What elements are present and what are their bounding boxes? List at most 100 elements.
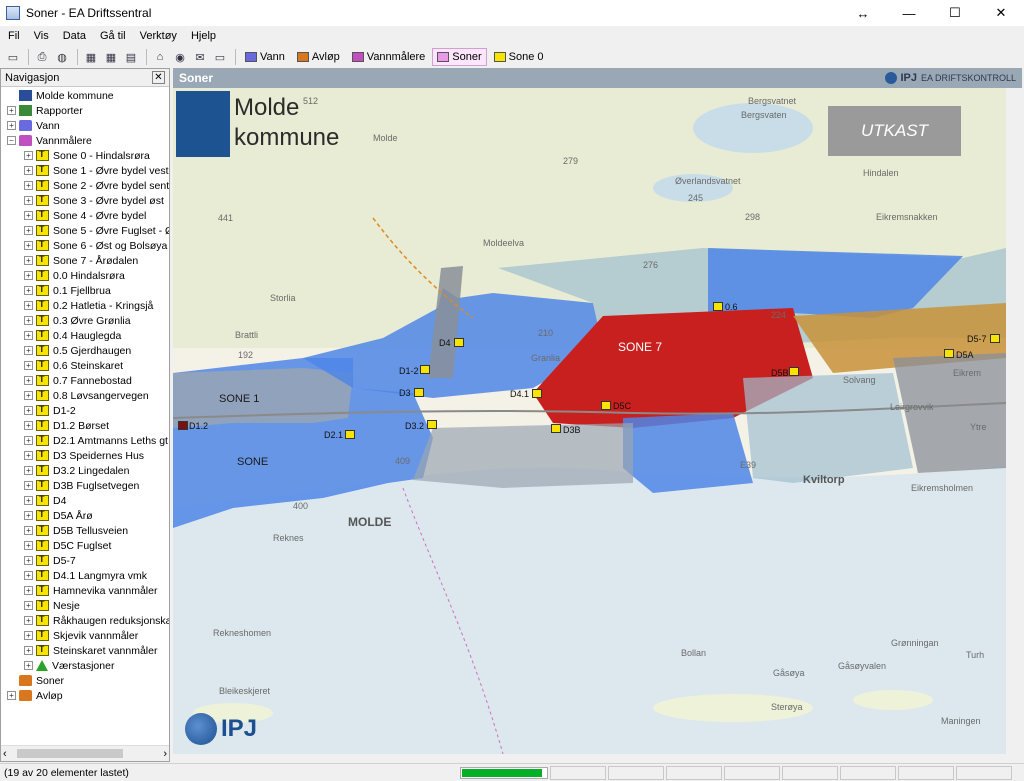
expander-icon[interactable]: + (24, 301, 33, 310)
map-view[interactable]: Molde kommune UTKAST SONE 7 SONE 1 SONE … (173, 88, 1006, 754)
expander-icon[interactable]: + (24, 526, 33, 535)
zone-kviltorp-teal[interactable] (743, 373, 913, 483)
expander-icon[interactable]: + (24, 646, 33, 655)
expander-icon[interactable]: + (24, 346, 33, 355)
tree-item[interactable]: + Sone 2 - Øvre bydel sentru (1, 178, 169, 193)
scroll-left-icon[interactable]: ‹ (3, 748, 7, 760)
tree-item[interactable]: +0.7 Fannebostad (1, 373, 169, 388)
expander-icon[interactable]: + (24, 661, 33, 670)
scroll-right-icon[interactable]: › (163, 748, 167, 760)
grid-alt-icon[interactable]: ▦ (102, 48, 120, 66)
pin-d12[interactable] (178, 421, 188, 430)
expander-icon[interactable]: + (24, 286, 33, 295)
tree-item[interactable]: +0.2 Hatletia - Kringsjå (1, 298, 169, 313)
expander-icon[interactable]: + (24, 616, 33, 625)
expander-icon[interactable]: + (24, 151, 33, 160)
tree-item[interactable]: + D4 (1, 493, 169, 508)
zone-fuglset-blue[interactable] (623, 413, 753, 493)
layer-toggle-avlop[interactable]: Avløp (292, 48, 345, 66)
tree-item[interactable]: + Sone 7 - Årødalen (1, 253, 169, 268)
expander-icon[interactable]: + (24, 466, 33, 475)
pin-d3b[interactable] (551, 424, 561, 433)
table-icon[interactable]: ▤ (122, 48, 140, 66)
tree-item[interactable]: + Sone 3 - Øvre bydel øst (1, 193, 169, 208)
expander-icon[interactable]: + (24, 496, 33, 505)
tree-item[interactable]: + D4.1 Langmyra vmk (1, 568, 169, 583)
pin-06[interactable] (713, 302, 723, 311)
expander-icon[interactable]: + (24, 196, 33, 205)
tree-item[interactable]: Molde kommune (1, 88, 169, 103)
tree-item[interactable]: + D3B Fuglsetvegen (1, 478, 169, 493)
menu-help[interactable]: Hjelp (191, 30, 216, 42)
expander-icon[interactable]: + (7, 106, 16, 115)
zone-center-grey[interactable] (413, 423, 633, 488)
tree-item[interactable]: + Rapporter (1, 103, 169, 118)
tree-item[interactable]: + Sone 4 - Øvre bydel (1, 208, 169, 223)
building-icon[interactable]: ⌂ (151, 48, 169, 66)
pin-d41[interactable] (532, 389, 542, 398)
close-button[interactable]: ✕ (978, 0, 1024, 26)
monitor-icon[interactable]: ▭ (211, 48, 229, 66)
print-icon[interactable]: ⎙ (33, 48, 51, 66)
layer-toggle-sone0[interactable]: Sone 0 (489, 48, 549, 66)
layer-toggle-vannmalere[interactable]: Vannmålere (347, 48, 431, 66)
grid-icon[interactable]: ▦ (82, 48, 100, 66)
pin-d21[interactable] (345, 430, 355, 439)
map-canvas[interactable] (173, 88, 1006, 754)
tree-item[interactable]: + Steinskaret vannmåler (1, 643, 169, 658)
expander-icon[interactable]: + (24, 421, 33, 430)
tree-item[interactable]: − Vannmålere (1, 133, 169, 148)
tree-item[interactable]: +0.1 Fjellbrua (1, 283, 169, 298)
expander-icon[interactable]: + (24, 601, 33, 610)
resize-icon[interactable]: ↔ (840, 0, 886, 26)
zone-sone-1[interactable] (173, 368, 353, 428)
tree-item[interactable]: +0.0 Hindalsrøra (1, 268, 169, 283)
menu-view[interactable]: Vis (34, 30, 49, 42)
tree-item[interactable]: + Sone 6 - Øst og Bolsøya (1, 238, 169, 253)
tree-item[interactable]: + D5C Fuglset (1, 538, 169, 553)
expander-icon[interactable]: + (24, 211, 33, 220)
pin-d32[interactable] (427, 420, 437, 429)
expander-icon[interactable]: + (24, 541, 33, 550)
pin-d4[interactable] (454, 338, 464, 347)
tree-item[interactable]: + Hamnevika vannmåler (1, 583, 169, 598)
tree-item[interactable]: + Råkhaugen reduksjonskan (1, 613, 169, 628)
tree-item[interactable]: + Skjevik vannmåler (1, 628, 169, 643)
tree-item[interactable]: +0.5 Gjerdhaugen (1, 343, 169, 358)
horizontal-scrollbar[interactable]: ‹ › (1, 745, 169, 761)
globe-icon[interactable]: ◍ (53, 48, 71, 66)
expander-icon[interactable]: + (24, 256, 33, 265)
expander-icon[interactable]: + (24, 241, 33, 250)
minimize-button[interactable]: — (886, 0, 932, 26)
tree-item[interactable]: + D2.1 Amtmanns Leths gt (1, 433, 169, 448)
expander-icon[interactable]: + (24, 316, 33, 325)
expander-icon[interactable]: + (7, 121, 16, 130)
pin-d5c[interactable] (601, 401, 611, 410)
expander-icon[interactable]: + (24, 481, 33, 490)
tree-item[interactable]: + D5B Tellusveien (1, 523, 169, 538)
expander-icon[interactable]: − (7, 136, 16, 145)
expander-icon[interactable]: + (24, 556, 33, 565)
tree-item[interactable]: + Sone 0 - Hindalsrøra (1, 148, 169, 163)
pin-d3[interactable] (414, 388, 424, 397)
vertical-scrollbar[interactable] (1006, 88, 1022, 754)
expander-icon[interactable]: + (24, 361, 33, 370)
maximize-button[interactable]: ☐ (932, 0, 978, 26)
scroll-thumb[interactable] (17, 749, 123, 758)
tree-item[interactable]: + Vann (1, 118, 169, 133)
tree-item[interactable]: + Sone 5 - Øvre Fuglset - Øv (1, 223, 169, 238)
tree-item[interactable]: + D3.2 Lingedalen (1, 463, 169, 478)
menu-tools[interactable]: Verktøy (140, 30, 177, 42)
layer-toggle-vann[interactable]: Vann (240, 48, 290, 66)
layer-toggle-soner[interactable]: Soner (432, 48, 487, 66)
menu-data[interactable]: Data (63, 30, 86, 42)
tree-item[interactable]: + Avløp (1, 688, 169, 703)
expander-icon[interactable]: + (24, 406, 33, 415)
meter-icon[interactable]: ◉ (171, 48, 189, 66)
preview-icon[interactable]: ▭ (4, 48, 22, 66)
tree-item[interactable]: +0.3 Øvre Grønlia (1, 313, 169, 328)
pin-d5a[interactable] (944, 349, 954, 358)
pin-d5b[interactable] (789, 367, 799, 376)
expander-icon[interactable]: + (24, 271, 33, 280)
tree-item[interactable]: + Værstasjoner (1, 658, 169, 673)
